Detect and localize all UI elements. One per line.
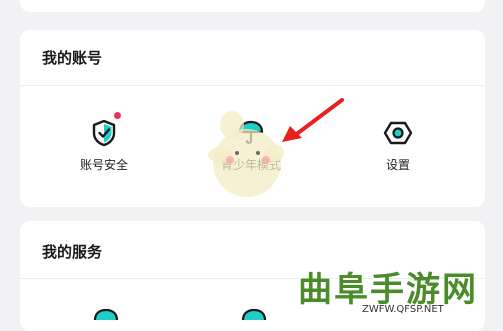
settings-button[interactable]: 设置 xyxy=(338,118,458,173)
service-icon-2[interactable] xyxy=(240,308,268,320)
watermark: 曲阜手游网 ZWFW.QFSP.NET xyxy=(292,262,500,317)
services-section-title: 我的服务 xyxy=(42,243,103,261)
service-icon-1[interactable] xyxy=(92,308,120,320)
previous-section-card xyxy=(20,0,485,12)
settings-label: 设置 xyxy=(385,158,410,172)
watermark-url: ZWFW.QFSP.NET xyxy=(362,304,444,315)
hexagon-gear-icon xyxy=(383,121,413,145)
account-section-title: 我的账号 xyxy=(42,49,103,67)
red-arrow-pointer xyxy=(282,98,344,142)
notification-badge xyxy=(114,112,121,119)
section-divider xyxy=(20,85,485,86)
shield-check-icon xyxy=(92,119,116,147)
account-security-label: 账号安全 xyxy=(79,158,128,172)
account-security-button[interactable]: 账号安全 xyxy=(44,112,164,173)
mascot-overlay-image xyxy=(208,111,284,197)
